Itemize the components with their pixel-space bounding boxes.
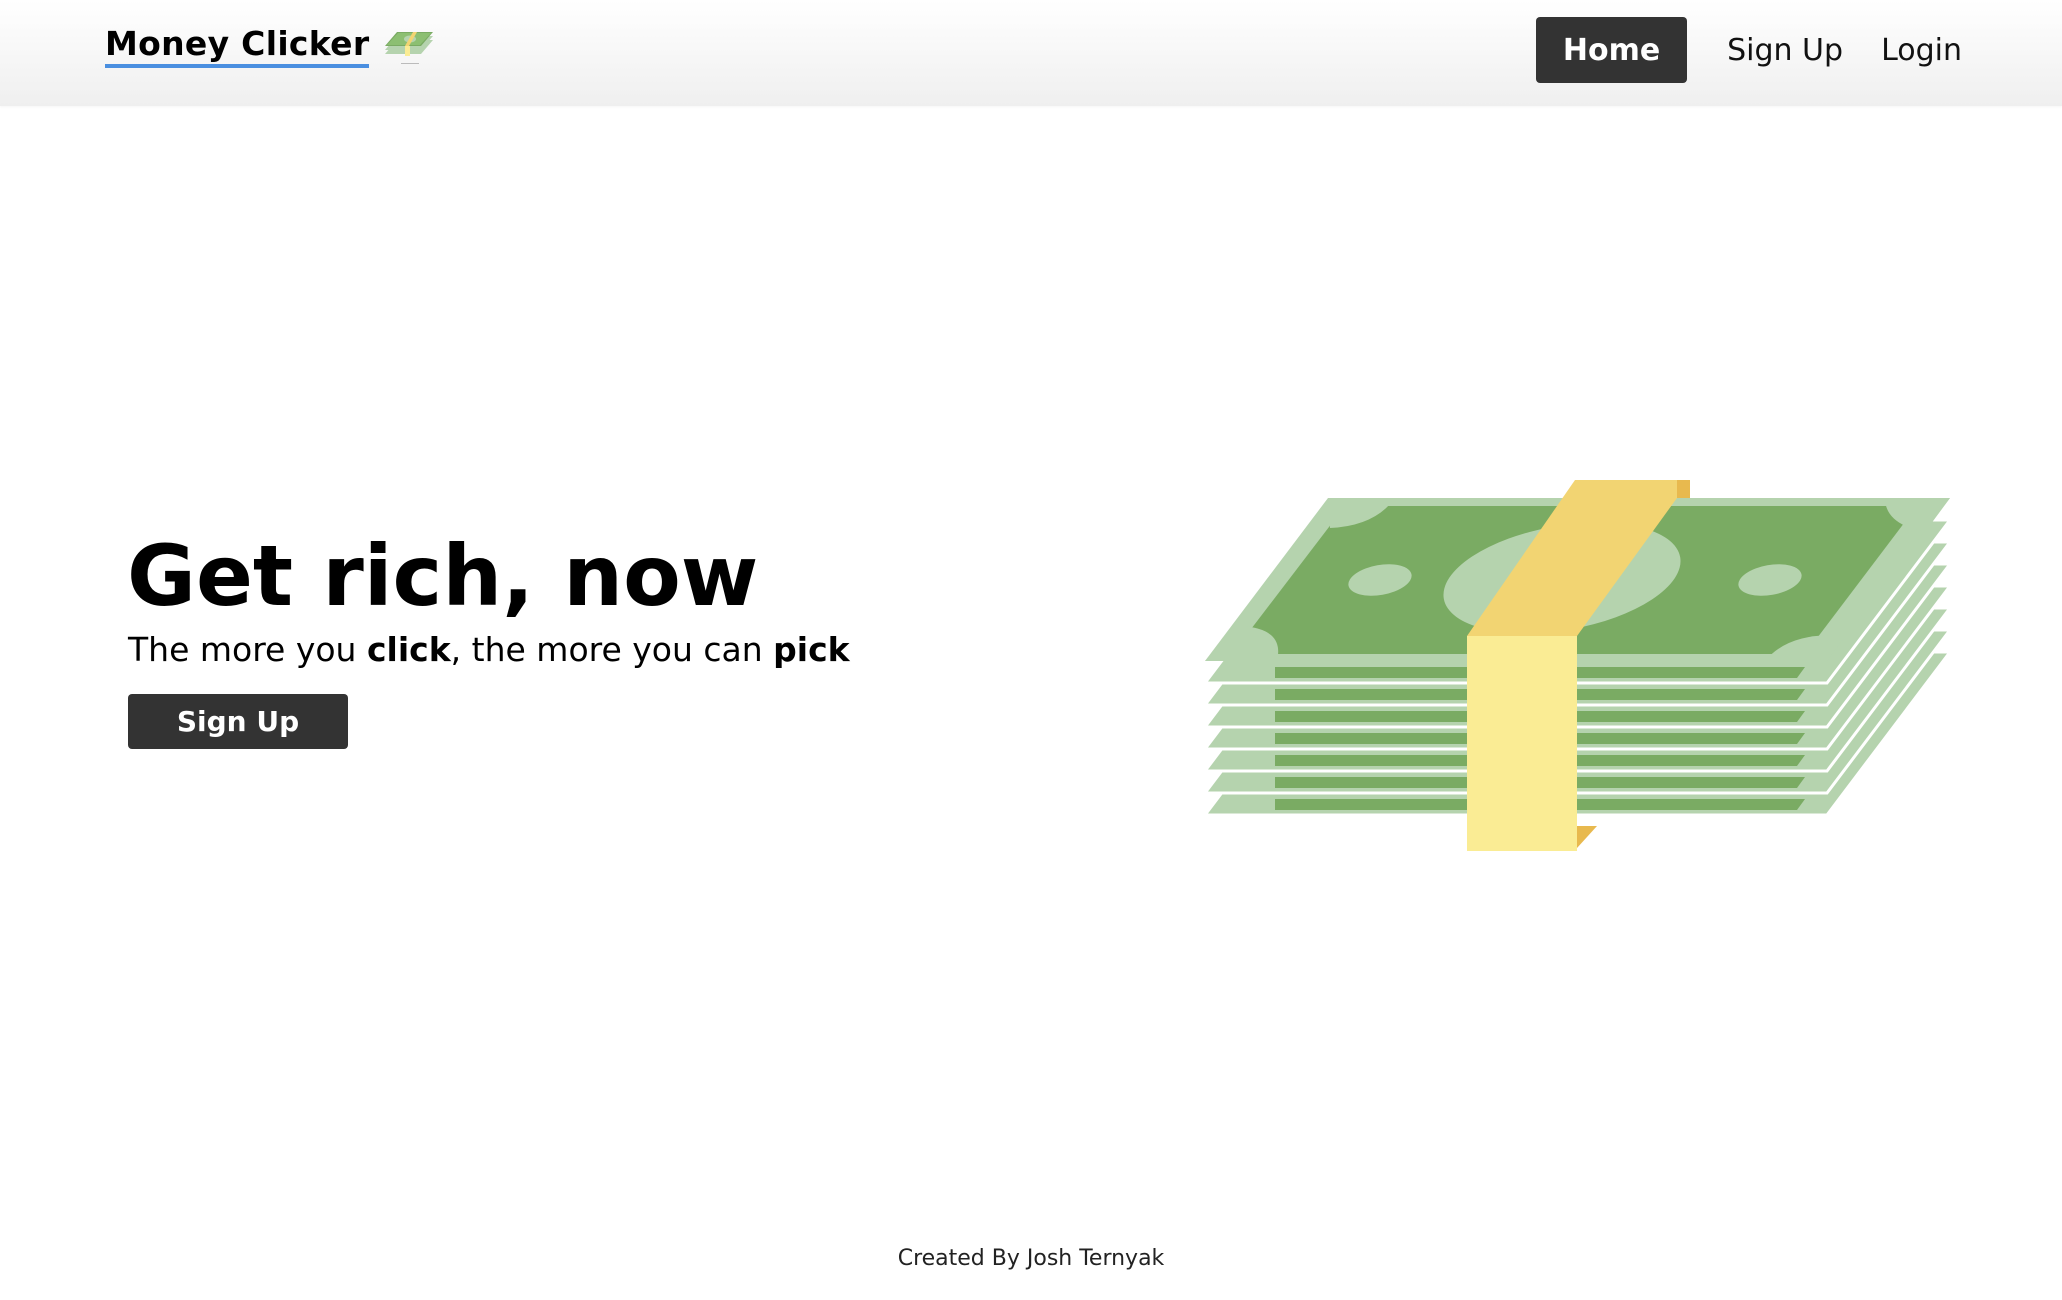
navbar: Money Clicker Home Sign Up Login — [0, 0, 2062, 106]
money-stack-illustration — [1205, 480, 1950, 851]
hero-title-part2: now — [563, 527, 759, 625]
hero-subtitle-c: , the more you can — [450, 630, 774, 669]
nav-signup-link[interactable]: Sign Up — [1727, 33, 1843, 68]
hero-title: Get rich, now — [127, 526, 758, 626]
hero-subtitle-a: The more you — [128, 630, 367, 669]
hero-subtitle-d: pick — [773, 630, 850, 669]
nav-login-link[interactable]: Login — [1881, 33, 1962, 68]
nav-home-button[interactable]: Home — [1536, 17, 1688, 83]
hero-title-part1: Get rich, — [127, 527, 535, 625]
money-stack-icon — [385, 32, 434, 64]
footer-credit: Created By Josh Ternyak — [897, 1246, 1165, 1271]
hero-subtitle-b: click — [366, 630, 451, 669]
hero-signup-button[interactable]: Sign Up — [128, 694, 348, 749]
nav-links: Home Sign Up Login — [1536, 17, 1962, 83]
hero-subtitle: The more you click, the more you can pic… — [128, 628, 850, 672]
brand-title: Money Clicker — [105, 24, 370, 68]
brand-link[interactable]: Money Clicker — [105, 24, 437, 68]
